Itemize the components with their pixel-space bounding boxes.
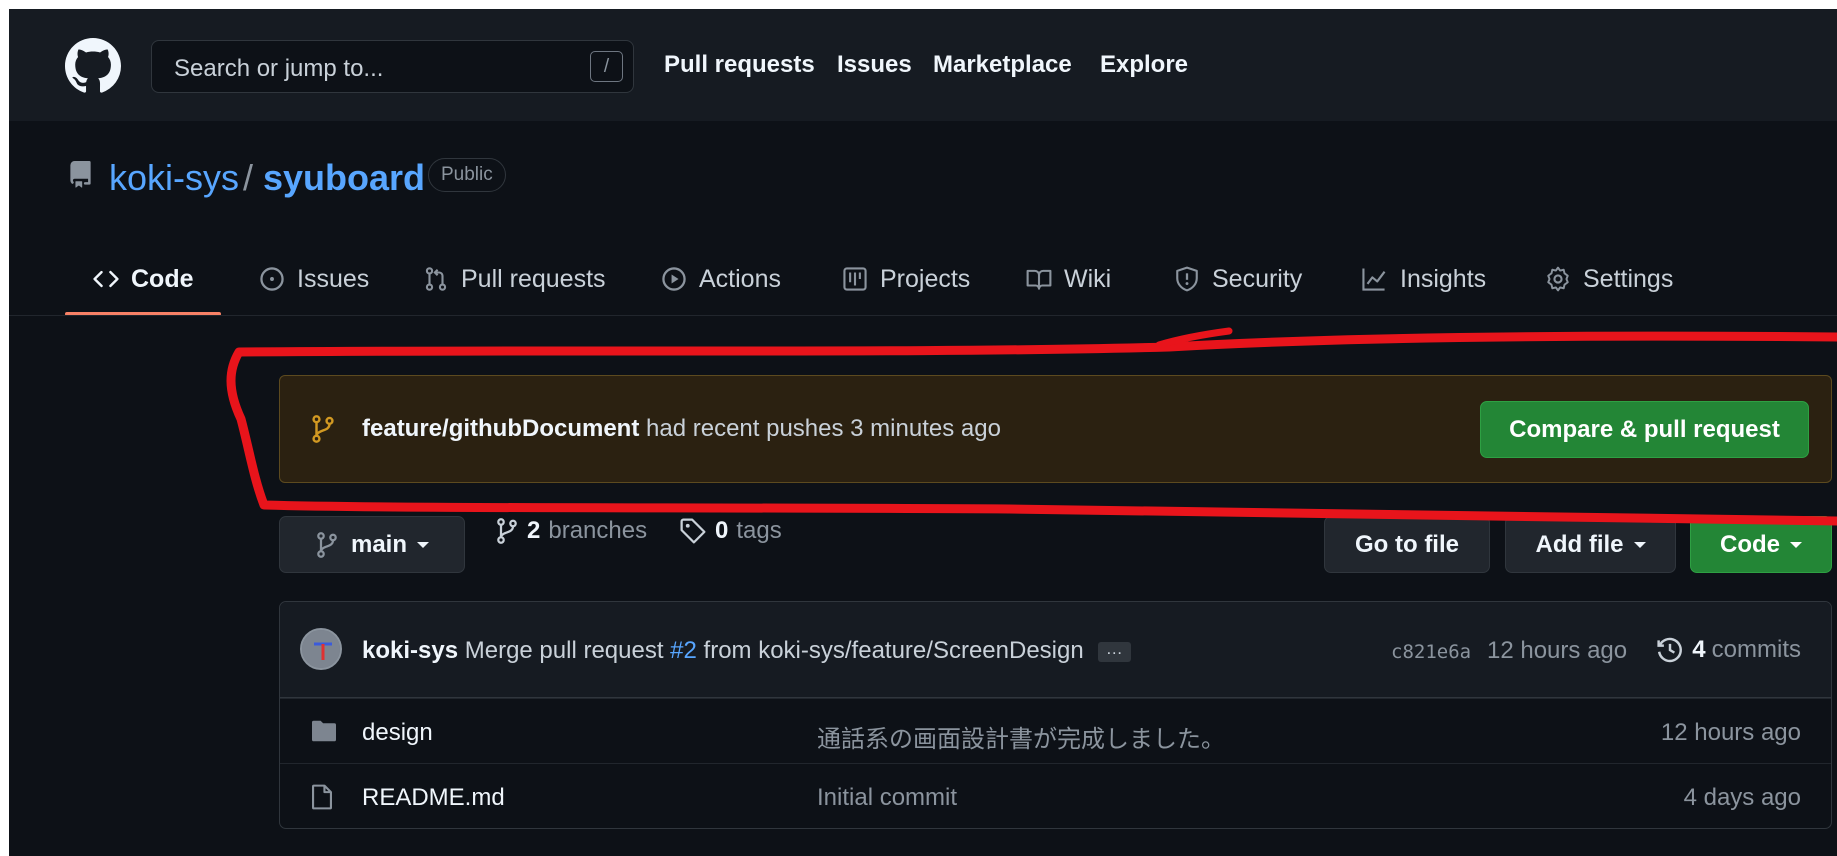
code-icon: [93, 270, 119, 288]
compare-pull-request-button[interactable]: Compare & pull request: [1480, 401, 1809, 458]
tab-pull-requests[interactable]: Pull requests: [423, 259, 606, 299]
file-commit-message[interactable]: 通話系の画面設計書が完成しました。: [817, 719, 1225, 754]
gear-icon: [1547, 266, 1569, 292]
github-logo-icon[interactable]: [65, 38, 121, 94]
chevron-down-icon: [1633, 541, 1646, 548]
file-age: 12 hours ago: [1660, 719, 1801, 746]
tab-security[interactable]: Security: [1174, 259, 1302, 299]
git-pull-request-icon: [425, 267, 447, 291]
commits-count: 4: [1692, 636, 1706, 663]
expand-commit-button[interactable]: …: [1097, 640, 1131, 662]
search-input[interactable]: Search or jump to... /: [151, 40, 634, 93]
tags-link[interactable]: 0 tags: [679, 517, 782, 545]
branches-link[interactable]: 2 branches: [495, 517, 647, 545]
git-branch-icon: [317, 531, 337, 558]
avatar-image: [302, 630, 340, 668]
repo-path-separator: /: [243, 157, 254, 198]
issue-opened-icon: [260, 267, 284, 291]
file-age: 4 days ago: [1683, 784, 1801, 811]
commits-label: commits: [1711, 636, 1801, 663]
tab-label: Settings: [1583, 264, 1674, 293]
tab-actions[interactable]: Actions: [661, 259, 781, 299]
commit-message-suffix: from koki-sys/feature/ScreenDesign: [696, 637, 1084, 664]
tabs-divider: [9, 315, 1837, 316]
tab-label: Issues: [297, 264, 370, 293]
tags-label: tags: [736, 517, 782, 544]
tags-count: 0: [715, 517, 729, 544]
commit-sha-link[interactable]: c821e6a: [1391, 641, 1471, 663]
tab-settings[interactable]: Settings: [1545, 259, 1673, 299]
commit-author-link[interactable]: koki-sys: [362, 637, 458, 664]
search-placeholder: Search or jump to...: [174, 55, 384, 82]
history-icon: [1657, 637, 1683, 663]
visibility-badge: Public: [428, 158, 506, 192]
table-icon: [843, 267, 867, 291]
add-file-label: Add file: [1535, 530, 1624, 558]
latest-commit-bar: koki-sys Merge pull request #2 from koki…: [280, 602, 1831, 698]
tab-label: Projects: [880, 264, 971, 293]
chevron-down-icon: [1790, 541, 1802, 548]
tab-label: Security: [1212, 264, 1303, 293]
file-name-link[interactable]: README.md: [362, 784, 505, 812]
tab-label: Pull requests: [461, 264, 606, 293]
git-branch-icon: [497, 518, 517, 544]
global-header: Search or jump to... / Pull requests Iss…: [9, 9, 1837, 121]
git-branch-icon: [312, 415, 334, 443]
banner-message: feature/githubDocument had recent pushes…: [362, 415, 1001, 443]
search-shortcut-key: /: [590, 51, 623, 82]
tab-label: Insights: [1400, 264, 1487, 293]
tab-code[interactable]: Code: [93, 259, 194, 299]
nav-pull-requests[interactable]: Pull requests: [664, 51, 815, 79]
branches-count: 2: [527, 517, 541, 544]
latest-commit-message: koki-sys Merge pull request #2 from koki…: [362, 637, 1131, 665]
nav-marketplace[interactable]: Marketplace: [933, 51, 1072, 79]
repo-owner-link[interactable]: koki-sys: [109, 157, 239, 199]
banner-status-text: had recent pushes 3 minutes ago: [639, 415, 1001, 442]
repo-icon: [70, 161, 91, 188]
nav-issues[interactable]: Issues: [837, 51, 912, 79]
chevron-down-icon: [417, 541, 429, 548]
banner-branch-name[interactable]: feature/githubDocument: [362, 415, 639, 442]
tab-label: Wiki: [1064, 264, 1112, 293]
commit-message-prefix: Merge pull request: [458, 637, 671, 664]
tab-insights[interactable]: Insights: [1360, 259, 1486, 299]
commits-history-link[interactable]: 4 commits: [1656, 636, 1801, 664]
commit-time: 12 hours ago: [1487, 637, 1628, 664]
play-icon: [662, 267, 686, 291]
file-browser: koki-sys Merge pull request #2 from koki…: [279, 601, 1832, 829]
recent-pushes-banner: feature/githubDocument had recent pushes…: [279, 375, 1832, 483]
file-commit-message[interactable]: Initial commit: [817, 784, 957, 812]
code-download-button[interactable]: Code: [1690, 516, 1832, 573]
repo-name-link[interactable]: syuboard: [263, 157, 425, 199]
book-icon: [1026, 269, 1052, 290]
file-name-link[interactable]: design: [362, 719, 433, 747]
tab-projects[interactable]: Projects: [842, 259, 970, 299]
graph-icon: [1362, 268, 1386, 291]
file-icon: [312, 784, 332, 810]
file-row[interactable]: README.md Initial commit 4 days ago: [280, 763, 1831, 828]
tab-wiki[interactable]: Wiki: [1026, 259, 1111, 299]
shield-icon: [1176, 266, 1198, 292]
add-file-button[interactable]: Add file: [1505, 516, 1676, 573]
pull-request-link[interactable]: #2: [670, 637, 697, 664]
avatar[interactable]: [300, 628, 342, 670]
tag-icon: [680, 518, 706, 544]
branch-select-button[interactable]: main: [279, 516, 465, 573]
github-repo-page: Search or jump to... / Pull requests Iss…: [9, 9, 1837, 856]
tab-label: Actions: [699, 264, 781, 293]
tab-label: Code: [131, 264, 194, 293]
file-row[interactable]: design 通話系の画面設計書が完成しました。 12 hours ago: [280, 698, 1831, 763]
code-button-label: Code: [1720, 530, 1780, 558]
nav-explore[interactable]: Explore: [1100, 51, 1188, 79]
folder-icon: [312, 720, 336, 742]
go-to-file-button[interactable]: Go to file: [1324, 516, 1490, 573]
branches-label: branches: [548, 517, 648, 544]
tab-issues[interactable]: Issues: [259, 259, 369, 299]
current-branch-label: main: [350, 530, 407, 558]
